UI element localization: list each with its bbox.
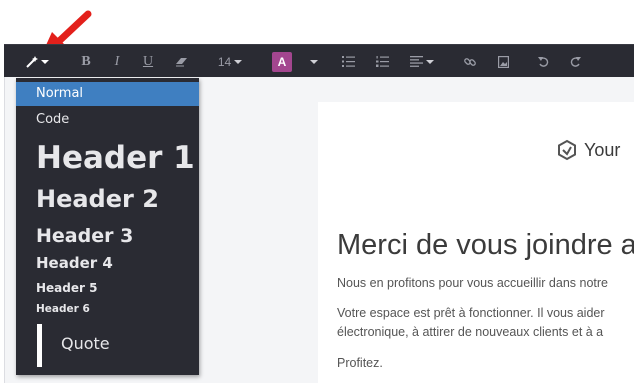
image-icon xyxy=(497,55,509,68)
align-dropdown[interactable] xyxy=(406,45,438,78)
link-icon xyxy=(464,57,476,66)
image-button[interactable] xyxy=(492,45,514,78)
style-option-header-3[interactable]: Header 3 xyxy=(16,222,199,250)
style-option-quote[interactable]: Quote xyxy=(16,320,199,368)
link-button[interactable] xyxy=(459,45,481,78)
quote-bar xyxy=(37,324,42,367)
style-option-header-1[interactable]: Header 1 xyxy=(16,136,199,180)
list-ul-icon xyxy=(341,56,355,67)
screenshot-root: B I U 14 A Your Merci de vous joindre a … xyxy=(0,0,634,383)
card-paragraph: Votre espace est prêt à fonctionner. Il … xyxy=(337,306,605,320)
style-option-normal[interactable]: Normal xyxy=(16,82,199,106)
italic-button[interactable]: I xyxy=(105,45,129,78)
undo-button[interactable] xyxy=(532,45,554,78)
editor-toolbar: B I U 14 A xyxy=(4,44,634,77)
chevron-down-icon xyxy=(426,59,434,64)
bold-button[interactable]: B xyxy=(74,45,98,78)
card-paragraph: Nous en profitons pour vous accueillir d… xyxy=(337,276,608,290)
chevron-down-icon xyxy=(234,59,243,64)
style-option-header-2[interactable]: Header 2 xyxy=(16,182,199,216)
underline-button[interactable]: U xyxy=(136,45,160,78)
undo-icon xyxy=(537,57,548,67)
logo-text: Your xyxy=(584,139,621,160)
ordered-list-button[interactable] xyxy=(371,45,393,78)
style-dropdown-menu: Normal Code Header 1 Header 2 Header 3 H… xyxy=(16,78,199,375)
magic-wand-icon xyxy=(25,55,38,68)
font-size-dropdown[interactable]: 14 xyxy=(213,45,247,78)
font-size-value: 14 xyxy=(217,54,232,69)
logo-icon xyxy=(558,139,576,161)
redo-icon xyxy=(570,57,581,67)
company-logo: Your xyxy=(556,139,620,161)
chevron-down-icon xyxy=(309,59,318,64)
style-option-header-5[interactable]: Header 5 xyxy=(16,278,199,298)
unordered-list-button[interactable] xyxy=(337,45,359,78)
card-paragraph: électronique, à attirer de nouveaux clie… xyxy=(337,325,604,339)
align-left-icon xyxy=(410,56,423,67)
style-option-quote-label: Quote xyxy=(61,334,110,353)
email-card[interactable]: Your Merci de vous joindre a Nous en pro… xyxy=(318,102,634,383)
text-color-dropdown[interactable] xyxy=(302,45,322,78)
style-option-header-6[interactable]: Header 6 xyxy=(16,300,199,318)
style-option-header-4[interactable]: Header 4 xyxy=(16,252,199,274)
redo-button[interactable] xyxy=(564,45,586,78)
card-paragraph: Profitez. xyxy=(337,356,383,370)
eraser-button[interactable] xyxy=(169,45,193,78)
eraser-icon xyxy=(175,57,187,66)
text-color-swatch: A xyxy=(272,51,292,72)
card-title: Merci de vous joindre a xyxy=(337,229,634,261)
style-option-code[interactable]: Code xyxy=(16,108,199,132)
chevron-down-icon xyxy=(40,59,49,64)
style-button[interactable] xyxy=(22,45,52,78)
list-ol-icon xyxy=(375,56,389,67)
text-color-button[interactable]: A xyxy=(270,45,294,78)
